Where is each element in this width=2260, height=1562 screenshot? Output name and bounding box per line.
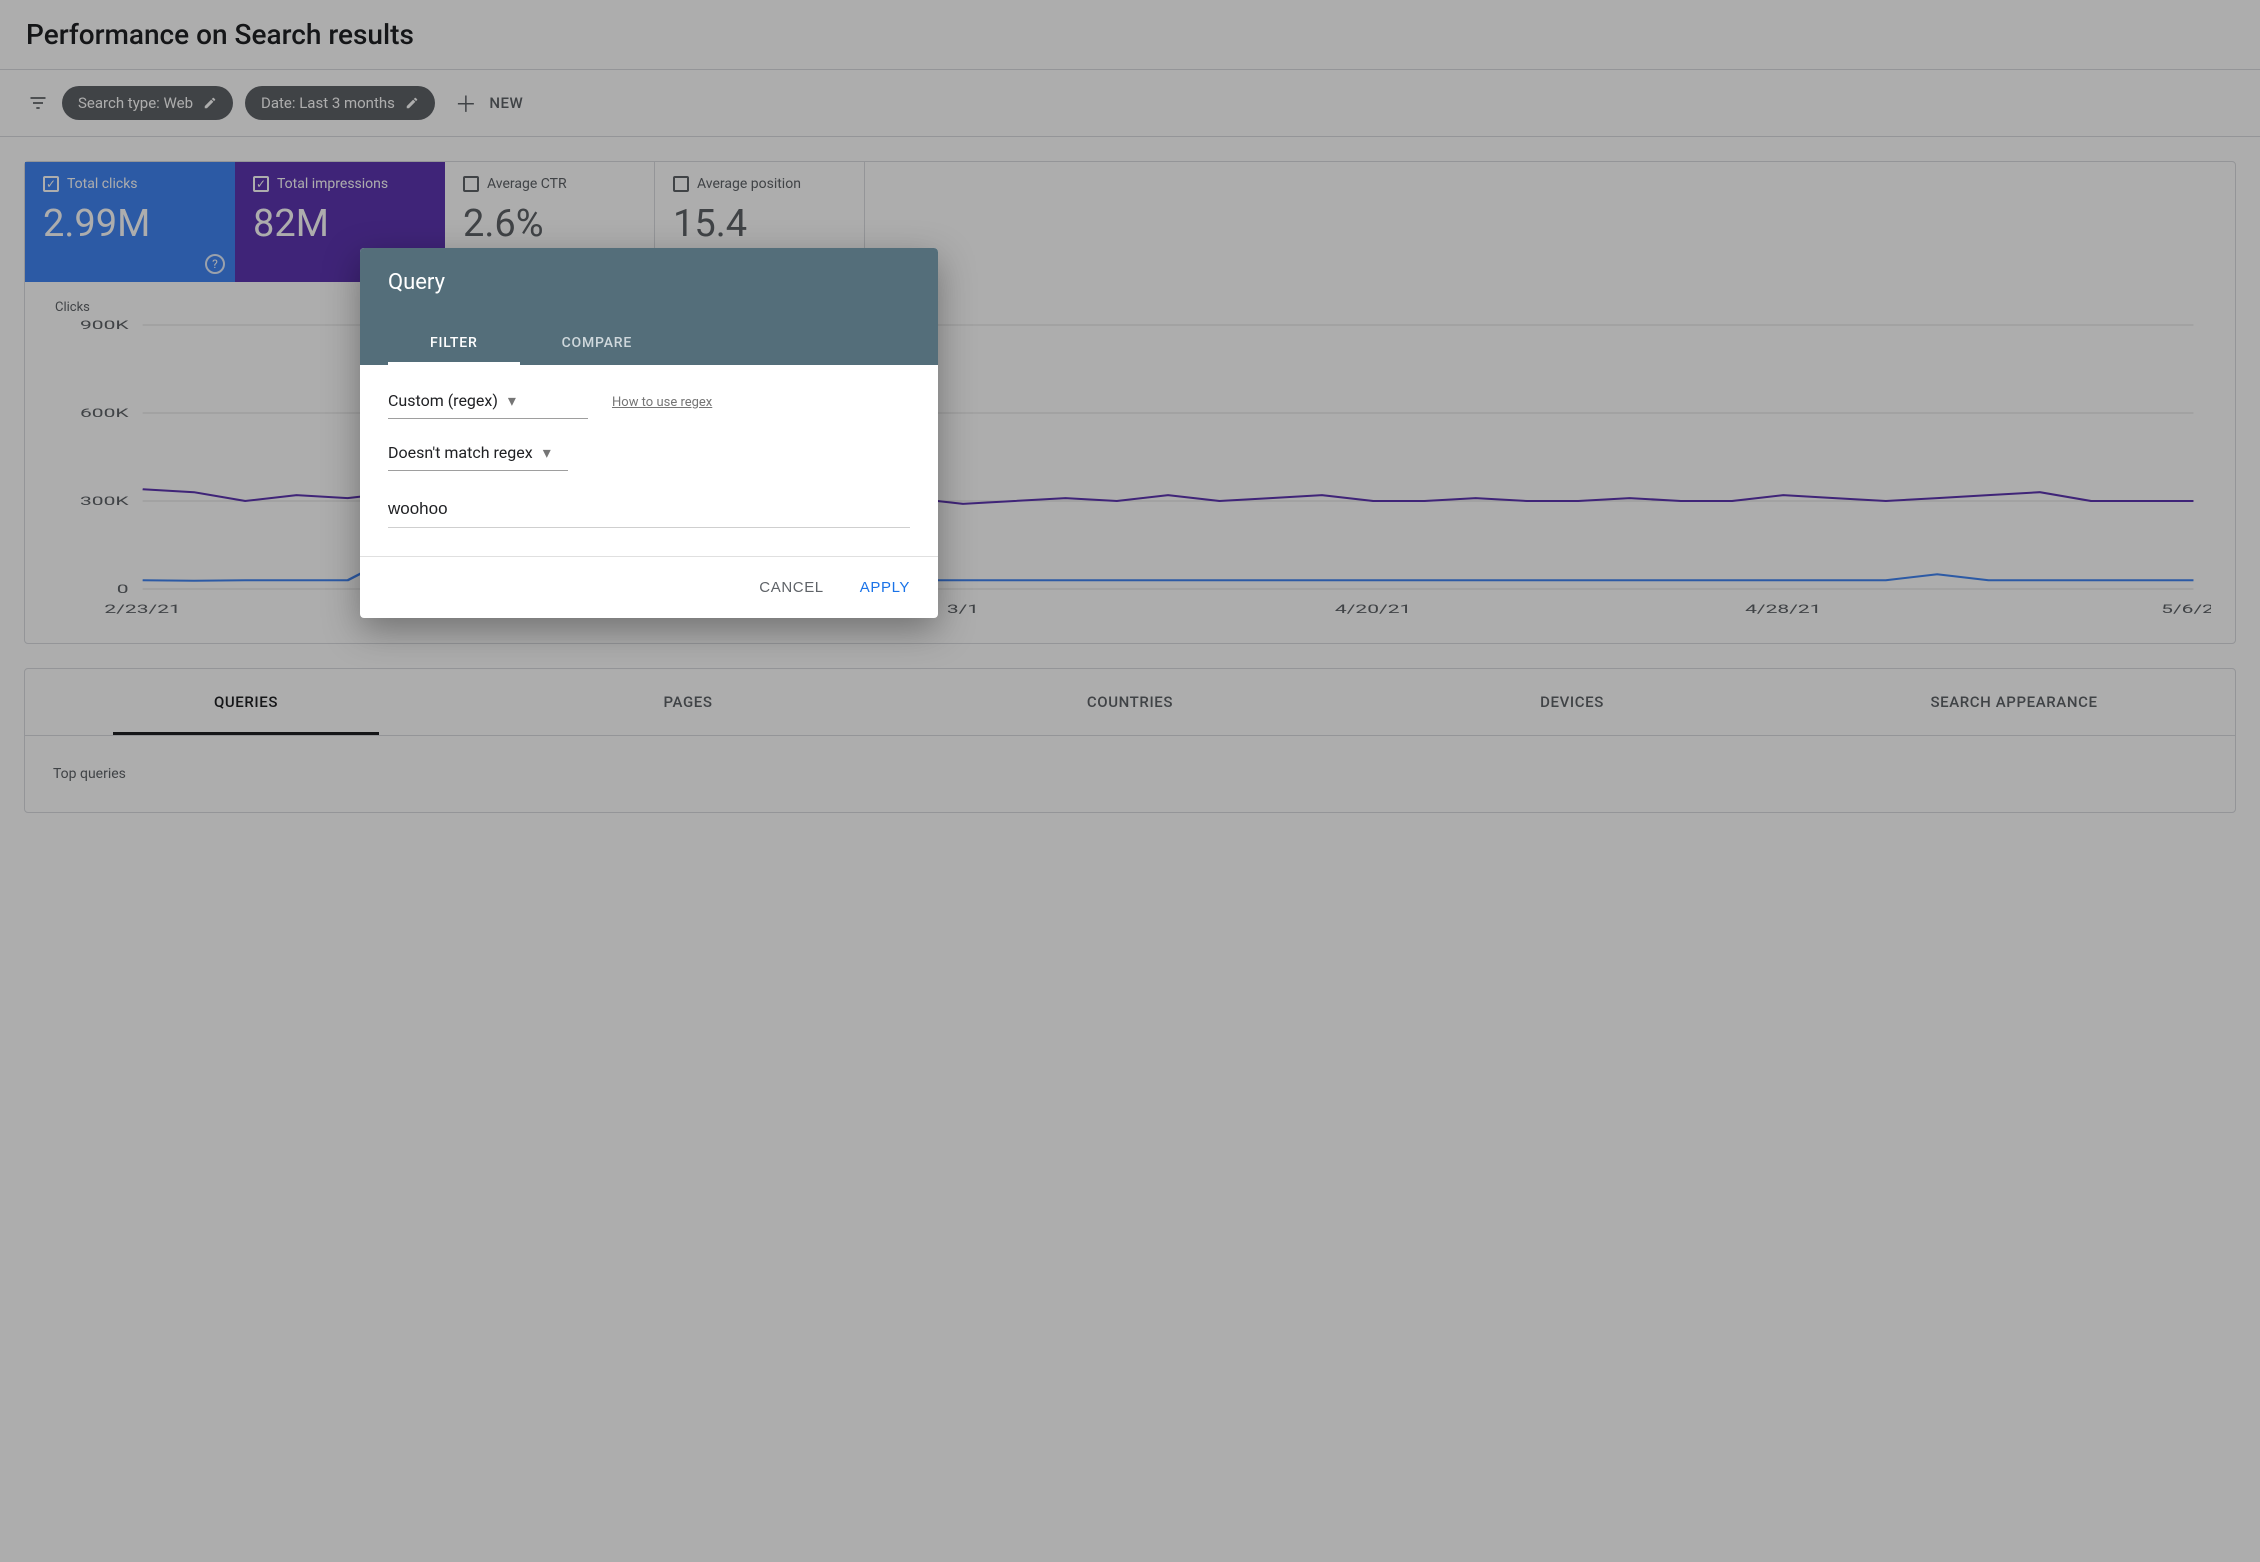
dialog-header: Query FILTER COMPARE: [360, 248, 938, 365]
filter-mode-select[interactable]: Custom (regex) ▾: [388, 385, 588, 419]
regex-help-link[interactable]: How to use regex: [612, 395, 712, 410]
cancel-button[interactable]: CANCEL: [755, 573, 827, 602]
tab-compare[interactable]: COMPARE: [520, 321, 675, 365]
dialog-actions: CANCEL APPLY: [360, 556, 938, 618]
query-dialog: Query FILTER COMPARE Custom (regex) ▾ Ho…: [360, 248, 938, 618]
match-mode-select[interactable]: Doesn't match regex ▾: [388, 437, 568, 471]
tab-filter[interactable]: FILTER: [388, 321, 520, 365]
caret-down-icon: ▾: [543, 443, 551, 462]
caret-down-icon: ▾: [508, 391, 516, 410]
dialog-title: Query: [388, 270, 910, 295]
select-value: Custom (regex): [388, 391, 498, 410]
dialog-tabs: FILTER COMPARE: [388, 321, 910, 365]
regex-input[interactable]: [388, 489, 910, 528]
select-value: Doesn't match regex: [388, 443, 533, 462]
apply-button[interactable]: APPLY: [856, 573, 914, 602]
modal-overlay[interactable]: [0, 0, 2260, 1562]
page-root: Performance on Search results Search typ…: [0, 0, 2260, 1562]
dialog-body: Custom (regex) ▾ How to use regex Doesn'…: [360, 365, 938, 556]
